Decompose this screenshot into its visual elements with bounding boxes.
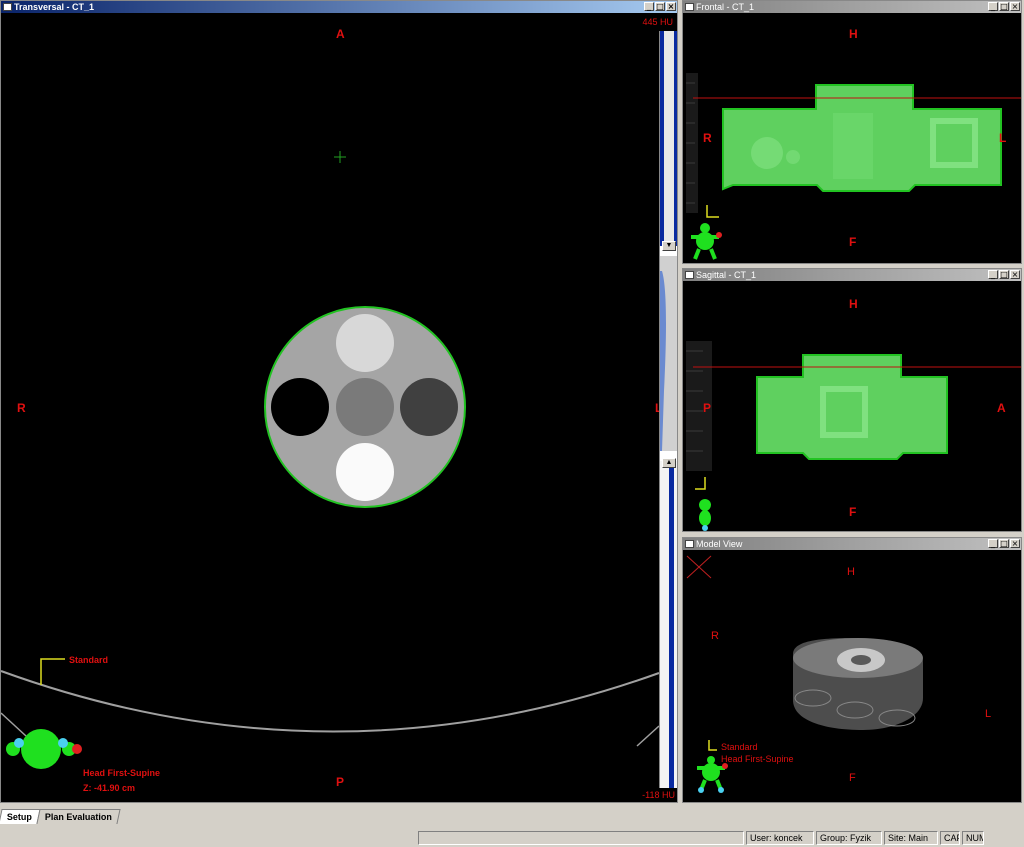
standard-label: Standard — [721, 742, 758, 752]
orient-left: P — [703, 401, 712, 415]
frontal-titlebar[interactable]: Frontal - CT_1 _ □ × — [683, 1, 1021, 13]
patient-orientation-icon — [6, 729, 82, 769]
standard-marker — [708, 740, 717, 751]
orient-right: L — [985, 708, 992, 720]
scroll-up-arrow-icon[interactable]: ▲ — [662, 458, 676, 468]
phantom-3d-model — [793, 638, 923, 730]
window-icon — [685, 271, 694, 279]
couch-edge-right — [636, 725, 659, 747]
frontal-image[interactable] — [683, 13, 1021, 263]
status-spacer — [0, 831, 416, 845]
close-button[interactable]: × — [1010, 539, 1020, 548]
status-num: NUM — [962, 831, 984, 845]
maximize-button[interactable]: □ — [999, 2, 1009, 11]
standard-marker — [40, 658, 65, 685]
minimize-button[interactable]: _ — [988, 539, 998, 548]
orient-left: R — [17, 401, 26, 415]
frontal-title: Frontal - CT_1 — [696, 2, 755, 12]
maximize-button[interactable]: □ — [655, 2, 665, 11]
tab-setup[interactable]: Setup — [0, 809, 41, 824]
status-cap: CAP — [940, 831, 960, 845]
couch-edge-left — [1, 712, 27, 737]
close-button[interactable]: × — [1010, 2, 1020, 11]
model-3d-image[interactable] — [683, 550, 1021, 802]
close-button[interactable]: × — [666, 2, 676, 11]
hu-histogram — [660, 31, 677, 788]
sagittal-titlebar[interactable]: Sagittal - CT_1 _ □ × — [683, 269, 1021, 281]
insert-left — [271, 378, 329, 436]
patient-position-label: Head First-Supine — [721, 754, 794, 764]
phantom-sagittal — [756, 354, 948, 460]
z-position-label: Z: -41.90 cm — [83, 783, 136, 793]
scroll-down-arrow-icon[interactable]: ▼ — [662, 241, 676, 251]
hu-max-label: 445 HU — [642, 17, 673, 27]
insert-right — [400, 378, 458, 436]
sagittal-title: Sagittal - CT_1 — [696, 270, 757, 280]
sagittal-view[interactable]: Sagittal - CT_1 _ □ × H P F A — [682, 268, 1022, 532]
maximize-button[interactable]: □ — [999, 539, 1009, 548]
maximize-button[interactable]: □ — [999, 270, 1009, 279]
window-level-scrollbar[interactable] — [659, 31, 677, 788]
orient-top: H — [849, 27, 858, 41]
close-button[interactable]: × — [1010, 270, 1020, 279]
couch-curve — [1, 670, 659, 733]
window-icon — [685, 540, 694, 548]
tab-plan-evaluation[interactable]: Plan Evaluation — [36, 809, 121, 824]
orient-bottom: F — [849, 235, 857, 249]
standard-marker — [695, 477, 706, 490]
orient-right: L — [999, 131, 1007, 145]
orient-left: R — [711, 630, 719, 642]
minimize-button[interactable]: _ — [988, 2, 998, 11]
status-site: Site: Main — [884, 831, 938, 845]
model-title: Model View — [696, 539, 743, 549]
orient-top: H — [847, 566, 855, 578]
orient-bottom: F — [849, 505, 857, 519]
minimize-button[interactable]: _ — [644, 2, 654, 11]
status-bar: User: koncek Group: Fyzik Site: Main CAP… — [0, 829, 1024, 847]
insert-bottom — [336, 443, 394, 501]
standard-marker — [706, 205, 719, 218]
crosshair-icon — [334, 151, 346, 163]
standard-label: Standard — [69, 655, 109, 665]
orient-top: H — [849, 297, 858, 311]
minimize-button[interactable]: _ — [988, 270, 998, 279]
patient-position-label: Head First-Supine — [83, 768, 161, 778]
insert-center — [336, 378, 394, 436]
sagittal-image[interactable] — [683, 281, 1021, 531]
status-group: Group: Fyzik — [816, 831, 882, 845]
patient-orientation-icon — [691, 223, 722, 260]
status-message — [418, 831, 744, 845]
model-view[interactable]: Model View _ □ × H R F L Standard Head F… — [682, 537, 1022, 803]
transversal-title: Transversal - CT_1 — [14, 2, 95, 12]
insert-top — [336, 314, 394, 372]
transversal-titlebar[interactable]: Transversal - CT_1 _ □ × — [1, 1, 677, 13]
hu-min-label: -118 HU — [642, 790, 675, 800]
orient-bottom: F — [849, 772, 856, 784]
workspace-tabs: Setup Plan Evaluation — [0, 809, 121, 825]
window-icon — [3, 3, 12, 11]
model-titlebar[interactable]: Model View _ □ × — [683, 538, 1021, 550]
transversal-image[interactable] — [1, 13, 659, 802]
transversal-view[interactable]: Transversal - CT_1 _ □ × A R P 445 HU -1… — [0, 0, 678, 803]
orient-right: A — [997, 401, 1006, 415]
patient-orientation-icon — [699, 499, 711, 531]
window-icon — [685, 3, 694, 11]
orient-bottom: P — [336, 775, 345, 789]
frontal-view[interactable]: Frontal - CT_1 _ □ × H R F L — [682, 0, 1022, 264]
orient-top: A — [336, 27, 345, 41]
close-cross-icon — [686, 555, 712, 579]
status-user: User: koncek — [746, 831, 814, 845]
orient-left: R — [703, 131, 712, 145]
